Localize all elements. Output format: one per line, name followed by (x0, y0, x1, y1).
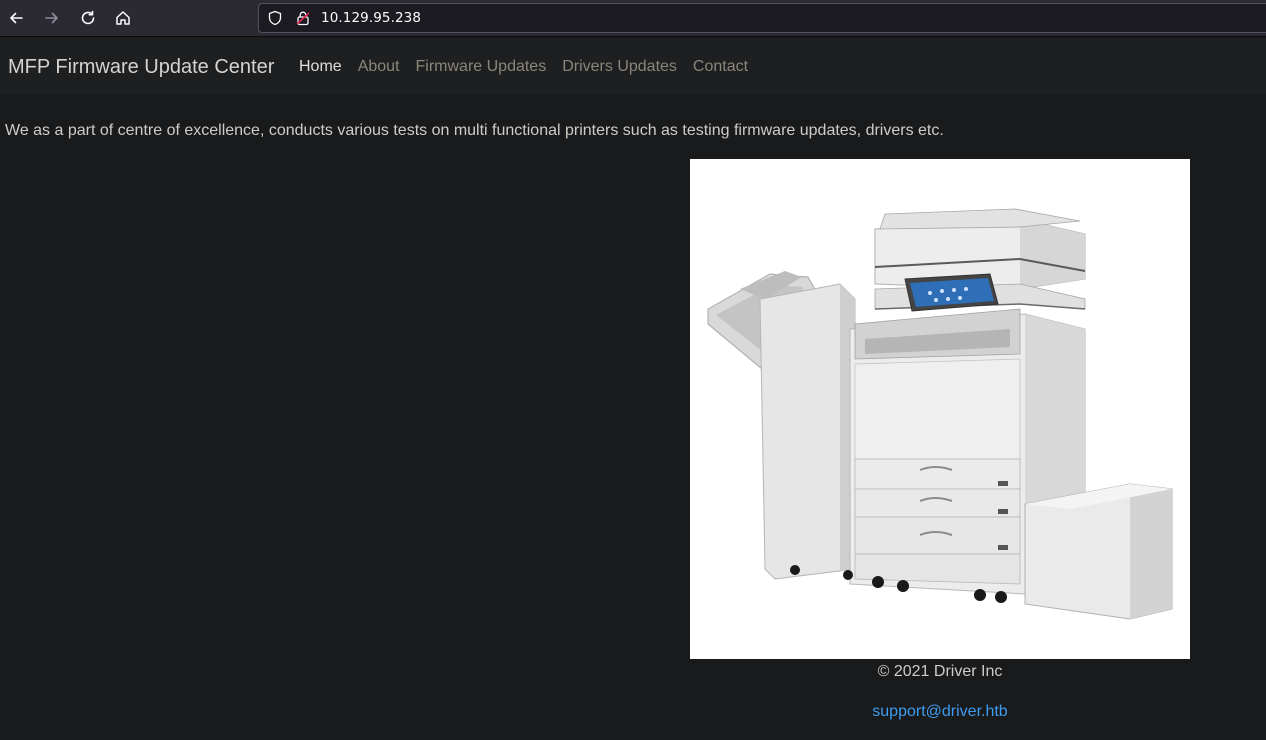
nav-link-drivers-updates[interactable]: Drivers Updates (554, 58, 685, 76)
nav-link-contact[interactable]: Contact (685, 58, 756, 76)
reload-button[interactable] (76, 6, 100, 30)
url-text[interactable]: 10.129.95.238 (321, 10, 421, 26)
back-button[interactable] (4, 6, 28, 30)
forward-button[interactable] (40, 6, 64, 30)
brand-link[interactable]: MFP Firmware Update Center (8, 56, 274, 79)
back-icon (10, 12, 23, 24)
nav-link-firmware-updates[interactable]: Firmware Updates (408, 58, 555, 76)
copyright-text: © 2021 Driver Inc (877, 663, 1003, 680)
site-navbar: MFP Firmware Update Center Home About Fi… (0, 38, 1266, 94)
home-icon (116, 11, 130, 25)
lock-icon[interactable] (295, 10, 311, 26)
multifunction-printer-illustration (707, 208, 1173, 620)
printer-image (690, 159, 1190, 659)
intro-text: We as a part of centre of excellence, co… (5, 122, 944, 139)
shield-icon[interactable] (267, 10, 283, 26)
home-button[interactable] (111, 6, 135, 30)
reload-icon (81, 10, 95, 25)
forward-icon (45, 12, 58, 24)
nav-link-about[interactable]: About (350, 58, 408, 76)
support-email-link[interactable]: support@driver.htb (690, 703, 1190, 721)
nav-links: Home About Firmware Updates Drivers Upda… (291, 58, 756, 76)
url-bar[interactable]: 10.129.95.238 (258, 3, 1266, 33)
nav-link-home[interactable]: Home (291, 58, 350, 76)
main-content: We as a part of centre of excellence, co… (0, 94, 1266, 740)
browser-toolbar: 10.129.95.238 (0, 0, 1266, 37)
